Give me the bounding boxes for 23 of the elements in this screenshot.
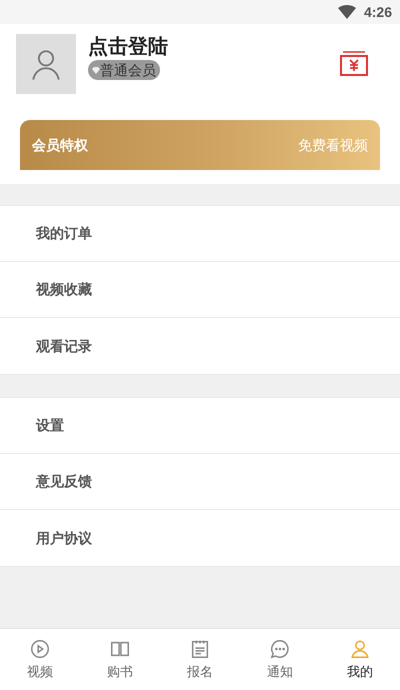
- avatar[interactable]: [16, 34, 76, 94]
- banner-subtitle: 免费看视频: [298, 136, 368, 154]
- menu-item[interactable]: 视频收藏: [0, 262, 400, 318]
- nav-tab[interactable]: 通知: [240, 629, 320, 690]
- status-time: 4:26: [364, 2, 392, 22]
- user-icon: [349, 638, 371, 660]
- nav-tab[interactable]: 购书: [80, 629, 160, 690]
- chat-icon: [269, 638, 291, 660]
- menu-item[interactable]: 设置: [0, 398, 400, 454]
- diamond-icon: [92, 66, 100, 74]
- nav-tab[interactable]: 视频: [0, 629, 80, 690]
- wifi-icon: [338, 5, 356, 19]
- badge-text: 普通会员: [100, 61, 156, 80]
- login-prompt[interactable]: 点击登陆: [88, 34, 168, 60]
- menu-item[interactable]: 我的订单: [0, 206, 400, 262]
- menu-item[interactable]: 观看记录: [0, 318, 400, 374]
- menu-item[interactable]: 意见反馈: [0, 454, 400, 510]
- wallet-icon[interactable]: [340, 51, 368, 77]
- menu-item[interactable]: 用户协议: [0, 510, 400, 566]
- nav-tab[interactable]: 报名: [160, 629, 240, 690]
- play-icon: [29, 638, 51, 660]
- nav-tab[interactable]: 我的: [320, 629, 400, 690]
- banner-title: 会员特权: [32, 136, 88, 154]
